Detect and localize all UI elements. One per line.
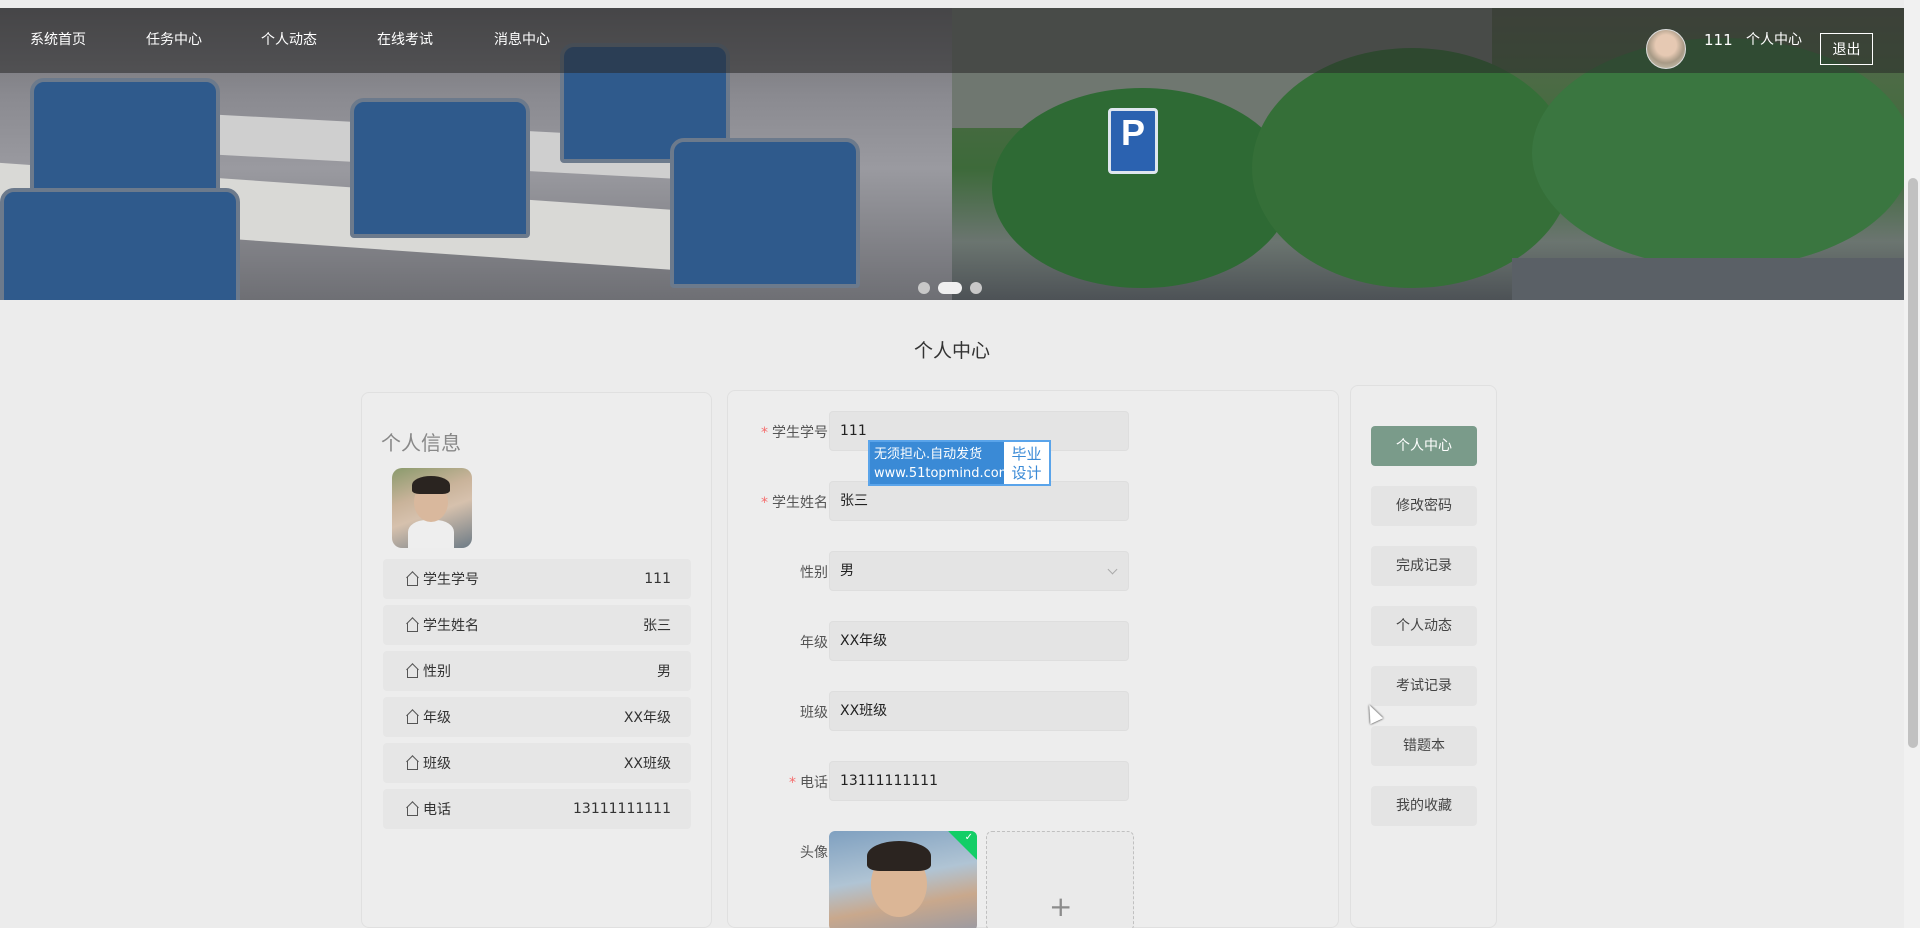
- profile-card-title: 个人信息: [381, 431, 461, 455]
- form-label-class: 班级: [800, 705, 828, 721]
- profile-avatar: [392, 468, 472, 548]
- uploaded-avatar[interactable]: ✓: [829, 831, 977, 928]
- grade-input[interactable]: XX年级: [829, 621, 1129, 661]
- profile-row-label: 班级: [423, 756, 451, 772]
- nav-exam[interactable]: 在线考试: [377, 8, 433, 73]
- profile-row-value: 男: [657, 664, 671, 680]
- phone-input[interactable]: 13111111111: [829, 761, 1129, 801]
- profile-row-label: 学生学号: [423, 572, 479, 588]
- form-label-avatar: 头像: [800, 845, 828, 861]
- watermark-badge: 无须担心.自动发货 www.51topmind.com 毕业 设计: [868, 440, 1051, 486]
- menu-personal-dynamics[interactable]: 个人动态: [1371, 606, 1477, 646]
- form-label-student-name: * 学生姓名: [761, 495, 828, 511]
- home-icon: [405, 756, 419, 770]
- profile-row-value: XX班级: [623, 756, 671, 772]
- watermark-line2: www.51topmind.com: [874, 466, 1012, 481]
- profile-row-phone: 电话 13111111111: [383, 789, 691, 829]
- user-avatar[interactable]: [1646, 29, 1686, 69]
- student-name-input[interactable]: 张三: [829, 481, 1129, 521]
- watermark-side2: 设计: [1011, 464, 1042, 482]
- profile-row-label: 性别: [423, 664, 451, 680]
- user-center-link[interactable]: 个人中心: [1746, 8, 1802, 73]
- profile-row-value: 13111111111: [573, 801, 671, 817]
- nav-messages[interactable]: 消息中心: [494, 8, 550, 73]
- carousel-indicators[interactable]: [918, 282, 982, 294]
- side-menu: 个人中心 修改密码 完成记录 个人动态 考试记录 错题本 我的收藏: [1350, 385, 1497, 928]
- profile-row-label: 学生姓名: [423, 618, 479, 634]
- home-icon: [405, 664, 419, 678]
- profile-row-name: 学生姓名 张三: [383, 605, 691, 645]
- profile-row-gender: 性别 男: [383, 651, 691, 691]
- profile-row-label: 电话: [423, 802, 451, 818]
- nav-tasks[interactable]: 任务中心: [146, 8, 202, 73]
- carousel-dot[interactable]: [918, 282, 930, 294]
- home-icon: [405, 802, 419, 816]
- menu-exam-records[interactable]: 考试记录: [1371, 666, 1477, 706]
- class-input[interactable]: XX班级: [829, 691, 1129, 731]
- form-label-grade: 年级: [800, 635, 828, 651]
- form-label-gender: 性别: [800, 565, 828, 581]
- page-scrollbar[interactable]: [1904, 0, 1920, 928]
- menu-my-favorites[interactable]: 我的收藏: [1371, 786, 1477, 826]
- logout-button[interactable]: 退出: [1820, 33, 1873, 65]
- profile-row-grade: 年级 XX年级: [383, 697, 691, 737]
- carousel-dot[interactable]: [970, 282, 982, 294]
- home-icon: [405, 618, 419, 632]
- watermark-line1: 无须担心.自动发货: [874, 447, 983, 462]
- plus-icon: +: [1049, 890, 1073, 923]
- profile-card: 个人信息 学生学号 111 学生姓名 张三 性别 男 年级 XX年级 班级 XX…: [361, 392, 712, 928]
- check-icon: ✓: [964, 832, 973, 843]
- avatar-upload-button[interactable]: +: [986, 831, 1134, 928]
- menu-personal-center[interactable]: 个人中心: [1371, 426, 1477, 466]
- form-label-student-id: * 学生学号: [761, 425, 828, 441]
- chevron-down-icon: [1107, 564, 1118, 575]
- username: 111: [1704, 31, 1733, 49]
- parking-sign: P: [1108, 108, 1158, 174]
- profile-row-class: 班级 XX班级: [383, 743, 691, 783]
- carousel-dot-active[interactable]: [938, 282, 962, 294]
- form-label-phone: * 电话: [789, 775, 828, 791]
- gender-select[interactable]: 男: [829, 551, 1129, 591]
- page-title: 个人中心: [913, 340, 990, 362]
- profile-row-value: 张三: [643, 618, 671, 634]
- home-icon: [405, 710, 419, 724]
- profile-row-student-id: 学生学号 111: [383, 559, 691, 599]
- menu-wrong-questions[interactable]: 错题本: [1371, 726, 1477, 766]
- nav-dynamics[interactable]: 个人动态: [261, 8, 317, 73]
- nav-home[interactable]: 系统首页: [30, 8, 86, 73]
- watermark-side1: 毕业: [1011, 445, 1042, 463]
- profile-row-value: XX年级: [623, 710, 671, 726]
- menu-completion-records[interactable]: 完成记录: [1371, 546, 1477, 586]
- profile-row-value: 111: [644, 571, 671, 587]
- menu-change-password[interactable]: 修改密码: [1371, 486, 1477, 526]
- scrollbar-thumb[interactable]: [1908, 178, 1918, 748]
- top-navigation: 系统首页 任务中心 个人动态 在线考试 消息中心 111 个人中心 退出: [0, 8, 1904, 73]
- profile-row-label: 年级: [423, 710, 451, 726]
- gender-select-value: 男: [840, 563, 854, 579]
- home-icon: [405, 572, 419, 586]
